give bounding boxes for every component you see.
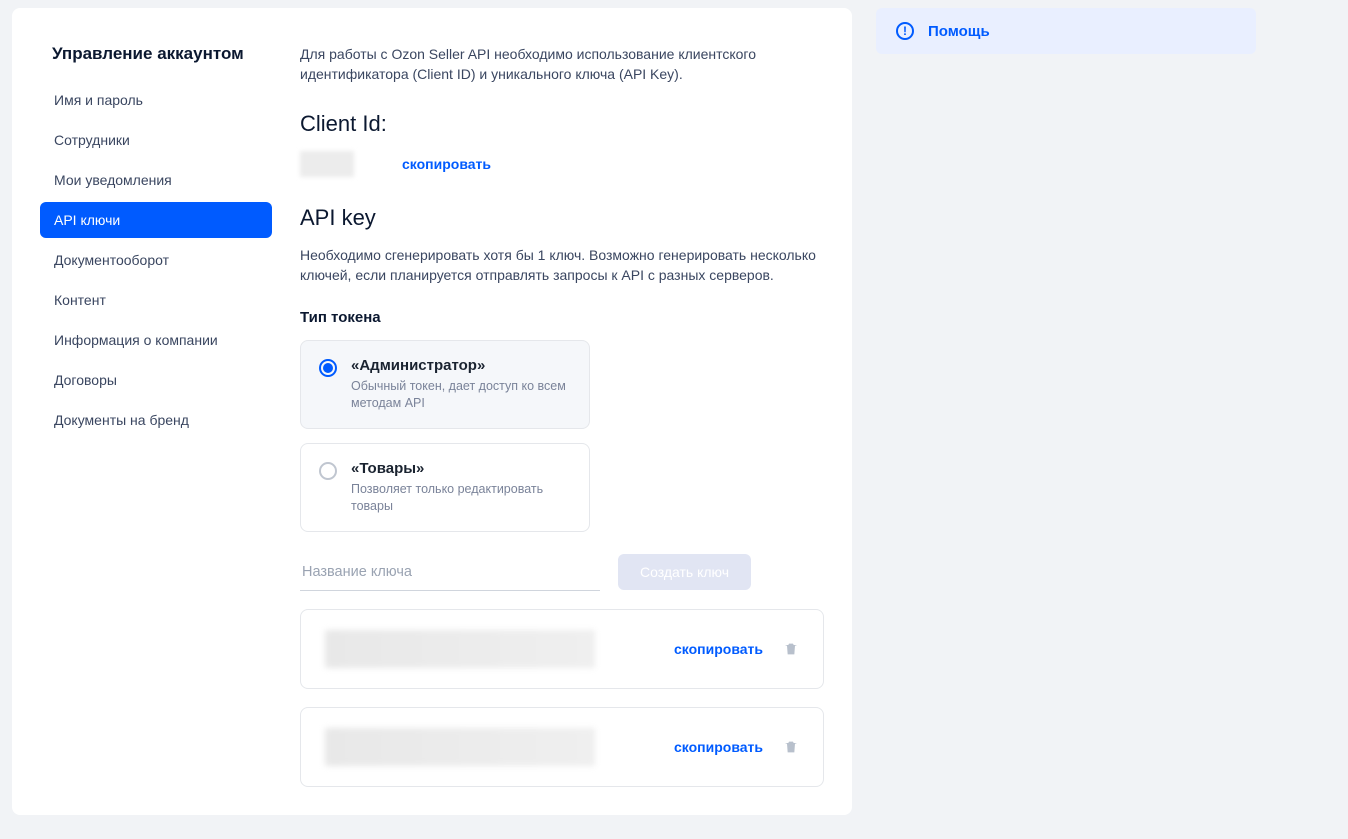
api-key-value [325, 630, 595, 668]
client-id-heading: Client Id: [300, 111, 824, 137]
sidebar-item-brand-docs[interactable]: Документы на бренд [40, 402, 272, 438]
key-name-input[interactable] [300, 554, 600, 591]
sidebar-item-name-pass[interactable]: Имя и пароль [40, 82, 272, 118]
help-label: Помощь [928, 23, 990, 40]
trash-icon[interactable] [783, 738, 799, 756]
copy-client-id-button[interactable]: скопировать [402, 156, 491, 172]
info-icon: ! [896, 22, 914, 40]
copy-key-button[interactable]: скопировать [674, 739, 763, 755]
intro-text: Для работы с Ozon Seller API необходимо … [300, 44, 824, 85]
sidebar: Управление аккаунтом Имя и пароль Сотруд… [40, 26, 272, 787]
help-button[interactable]: ! Помощь [876, 8, 1256, 54]
trash-icon[interactable] [783, 640, 799, 658]
sidebar-item-contracts[interactable]: Договоры [40, 362, 272, 398]
token-type-products[interactable]: «Товары» Позволяет только редактировать … [300, 443, 590, 532]
client-id-value [300, 151, 354, 177]
api-key-heading: API key [300, 205, 824, 231]
api-key-row: скопировать [300, 609, 824, 689]
sidebar-item-content[interactable]: Контент [40, 282, 272, 318]
sidebar-item-staff[interactable]: Сотрудники [40, 122, 272, 158]
api-key-row: скопировать [300, 707, 824, 787]
radio-icon [319, 359, 337, 377]
sidebar-item-docflow[interactable]: Документооборот [40, 242, 272, 278]
create-key-button[interactable]: Создать ключ [618, 554, 751, 590]
api-key-value [325, 728, 595, 766]
content-panel: Для работы с Ozon Seller API необходимо … [300, 26, 824, 787]
token-type-label: Тип токена [300, 309, 824, 326]
api-key-sub: Необходимо сгенерировать хотя бы 1 ключ.… [300, 245, 824, 286]
sidebar-item-api-keys[interactable]: API ключи [40, 202, 272, 238]
token-products-title: «Товары» [351, 460, 571, 477]
sidebar-item-company-info[interactable]: Информация о компании [40, 322, 272, 358]
token-type-admin[interactable]: «Администратор» Обычный токен, дает дост… [300, 340, 590, 429]
copy-key-button[interactable]: скопировать [674, 641, 763, 657]
token-products-sub: Позволяет только редактировать товары [351, 481, 571, 515]
sidebar-title: Управление аккаунтом [52, 44, 272, 64]
radio-icon [319, 462, 337, 480]
sidebar-item-notifications[interactable]: Мои уведомления [40, 162, 272, 198]
token-admin-sub: Обычный токен, дает доступ ко всем метод… [351, 378, 571, 412]
token-admin-title: «Администратор» [351, 357, 571, 374]
